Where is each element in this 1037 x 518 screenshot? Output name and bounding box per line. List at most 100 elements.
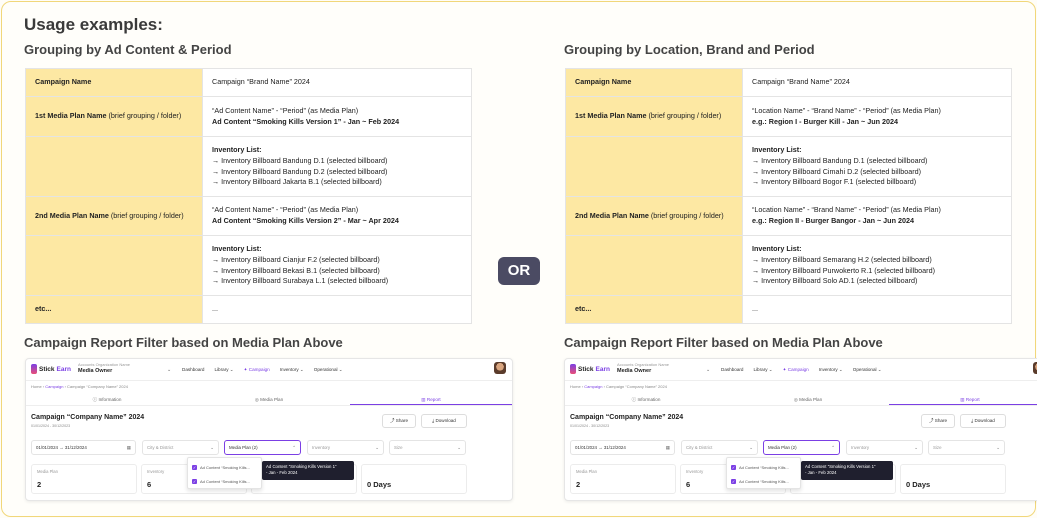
row-value: ...	[742, 295, 1012, 324]
inventory-item: → Inventory Billboard Jakarta B.1 (selec…	[212, 177, 382, 187]
chevron-down-icon[interactable]: ⌄	[167, 367, 171, 373]
chevron-down-icon: ⌄	[375, 445, 379, 450]
chevron-down-icon[interactable]: ⌄	[706, 367, 710, 373]
media-plan-select[interactable]: Media Plan (2) ⌃	[763, 440, 840, 455]
breadcrumb-home[interactable]: Home	[570, 384, 581, 389]
menu-campaign[interactable]: ✦ Campaign	[244, 367, 270, 373]
menu-campaign-label: Campaign	[787, 367, 809, 372]
inventory-select[interactable]: Inventory ⌄	[307, 440, 384, 455]
menu-library[interactable]: Library ⌄	[753, 367, 772, 373]
tab-media-plan[interactable]: ◎ Media Plan	[188, 394, 350, 405]
table-row: Inventory List: → Inventory Billboard Ban…	[565, 136, 1012, 197]
row-label-bold: 2nd Media Plan Name	[35, 210, 109, 220]
left-report-title: Campaign Report Filter based on Media Pl…	[24, 335, 343, 350]
account-caption: Accounts Organization Name	[78, 362, 131, 367]
media-plan-value: Media Plan (2)	[229, 445, 258, 450]
checkbox-checked-icon: ✓	[192, 465, 197, 470]
table-row: Inventory List: → Inventory Billboard Cia…	[25, 235, 472, 296]
row-value: “Location Name” - “Brand Name” - “Period…	[742, 196, 1012, 236]
table-row: 2nd Media Plan Name (brief grouping / fo…	[25, 196, 472, 236]
tab-label: Report	[965, 397, 980, 402]
account-switcher[interactable]: Accounts Organization Name Media Owner	[617, 362, 669, 374]
row-label-note: (brief grouping / folder)	[106, 111, 182, 121]
tab-information[interactable]: ⓘ Information	[565, 394, 727, 405]
tab-report[interactable]: ▥ Report	[889, 394, 1037, 405]
date-range-field[interactable]: 01/01/2024 → 31/12/2024 ▦	[570, 440, 675, 455]
row-label: 2nd Media Plan Name (brief grouping / fo…	[565, 196, 743, 236]
menu-inventory[interactable]: Inventory ⌄	[819, 367, 843, 373]
row-value: Inventory List: → Inventory Billboard Sem…	[742, 235, 1012, 296]
menu-operational[interactable]: Operational ⌄	[314, 367, 343, 373]
size-select[interactable]: Size ⌄	[389, 440, 466, 455]
media-plan-option[interactable]: ✓ Ad Content “Smoking Kills...	[731, 465, 789, 470]
option-label: Ad Content “Smoking Kills...	[739, 479, 789, 484]
date-range-field[interactable]: 01/01/2024 → 31/12/2024 ▦	[31, 440, 136, 455]
avatar[interactable]	[494, 362, 506, 374]
chevron-up-icon: ⌃	[831, 445, 835, 450]
download-label: Download	[974, 418, 995, 423]
row-label	[565, 235, 743, 296]
breadcrumb-campaign[interactable]: Campaign	[45, 384, 63, 389]
share-button[interactable]: ⤴ Share	[921, 414, 955, 428]
city-select[interactable]: City & District ⌄	[681, 440, 758, 455]
city-select[interactable]: City & District ⌄	[142, 440, 219, 455]
inventory-list-title: Inventory List:	[752, 144, 802, 154]
checkbox-checked-icon: ✓	[731, 465, 736, 470]
inventory-list-title: Inventory List:	[212, 144, 262, 154]
tab-label: Report	[426, 397, 441, 402]
media-plan-option[interactable]: ✓ Ad Content “Smoking Kills...	[731, 479, 789, 484]
row-label-note: (brief grouping / folder)	[108, 210, 184, 220]
left-usage-table: Campaign Name Campaign “Brand Name” 2024 1…	[25, 68, 472, 324]
tab-information[interactable]: ⓘ Information	[26, 394, 188, 405]
row-value: Inventory List: → Inventory Billboard Cia…	[202, 235, 472, 296]
inventory-select[interactable]: Inventory ⌄	[846, 440, 923, 455]
city-placeholder: City & District	[147, 445, 174, 450]
main-menu: Dashboard Library ⌄ ✦ Campaign Inventory…	[182, 367, 343, 373]
download-button[interactable]: ⤓ Download	[421, 414, 467, 428]
media-plan-option[interactable]: ✓ Ad Content “Smoking Kills...	[192, 479, 250, 484]
chevron-down-icon: ⌄	[457, 445, 461, 450]
menu-inventory[interactable]: Inventory ⌄	[280, 367, 304, 373]
breadcrumb-campaign[interactable]: Campaign	[584, 384, 602, 389]
breadcrumb: Home › Campaign › Campaign “Company Name…	[31, 384, 128, 389]
menu-dashboard[interactable]: Dashboard	[182, 367, 204, 373]
size-select[interactable]: Size ⌄	[928, 440, 1005, 455]
tab-bar: ⓘ Information ◎ Media Plan ▥ Report	[565, 394, 1037, 406]
tab-media-plan[interactable]: ◎ Media Plan	[727, 394, 889, 405]
stat-value: 6	[147, 480, 152, 489]
menu-campaign[interactable]: ✦ Campaign	[783, 367, 809, 373]
menu-library[interactable]: Library ⌄	[214, 367, 233, 373]
option-tooltip: Ad Content “Smoking Kills Version 1” - Ja…	[262, 461, 354, 480]
media-plan-option[interactable]: ✓ Ad Content “Smoking Kills...	[192, 465, 250, 470]
stat-label: Media Plan	[37, 469, 58, 474]
table-row: etc......	[25, 295, 472, 324]
media-plan-dropdown: ✓ Ad Content “Smoking Kills... ✓ Ad Conten…	[726, 457, 801, 489]
table-row: Inventory List: → Inventory Billboard Sem…	[565, 235, 1012, 296]
row-label-note: (brief grouping / folder)	[646, 111, 722, 121]
menu-operational[interactable]: Operational ⌄	[853, 367, 882, 373]
date-from: 01/01/2024	[36, 445, 58, 450]
row-value: Campaign “Brand Name” 2024	[742, 68, 1012, 97]
stat-card-media-plan: Media Plan 2	[570, 464, 676, 494]
right-usage-table: Campaign Name Campaign “Brand Name” 2024 1…	[565, 68, 1012, 324]
tab-report[interactable]: ▥ Report	[350, 394, 512, 405]
stat-card-duration: 0 Days	[900, 464, 1006, 494]
row-label-note: (brief grouping / folder)	[648, 210, 724, 220]
app-logo[interactable]: Stick Earn	[31, 364, 71, 374]
media-plan-select[interactable]: Media Plan (2) ⌃	[224, 440, 301, 455]
logo-text-accent: Earn	[56, 365, 71, 373]
breadcrumb-home[interactable]: Home	[31, 384, 42, 389]
inventory-item: → Inventory Billboard Bandung D.1 (selec…	[752, 155, 928, 165]
avatar[interactable]	[1033, 362, 1037, 374]
size-placeholder: Size	[394, 445, 403, 450]
stat-label: Inventory	[147, 469, 165, 474]
row-value-text: Campaign “Brand Name” 2024	[752, 77, 850, 87]
menu-dashboard[interactable]: Dashboard	[721, 367, 743, 373]
tab-label: Information	[637, 397, 661, 402]
logo-text: Stick	[578, 365, 594, 373]
share-button[interactable]: ⤴ Share	[382, 414, 416, 428]
right-section-title: Grouping by Location, Brand and Period	[564, 42, 815, 57]
account-switcher[interactable]: Accounts Organization Name Media Owner	[78, 362, 130, 374]
download-button[interactable]: ⤓ Download	[960, 414, 1006, 428]
app-logo[interactable]: Stick Earn	[570, 364, 610, 374]
